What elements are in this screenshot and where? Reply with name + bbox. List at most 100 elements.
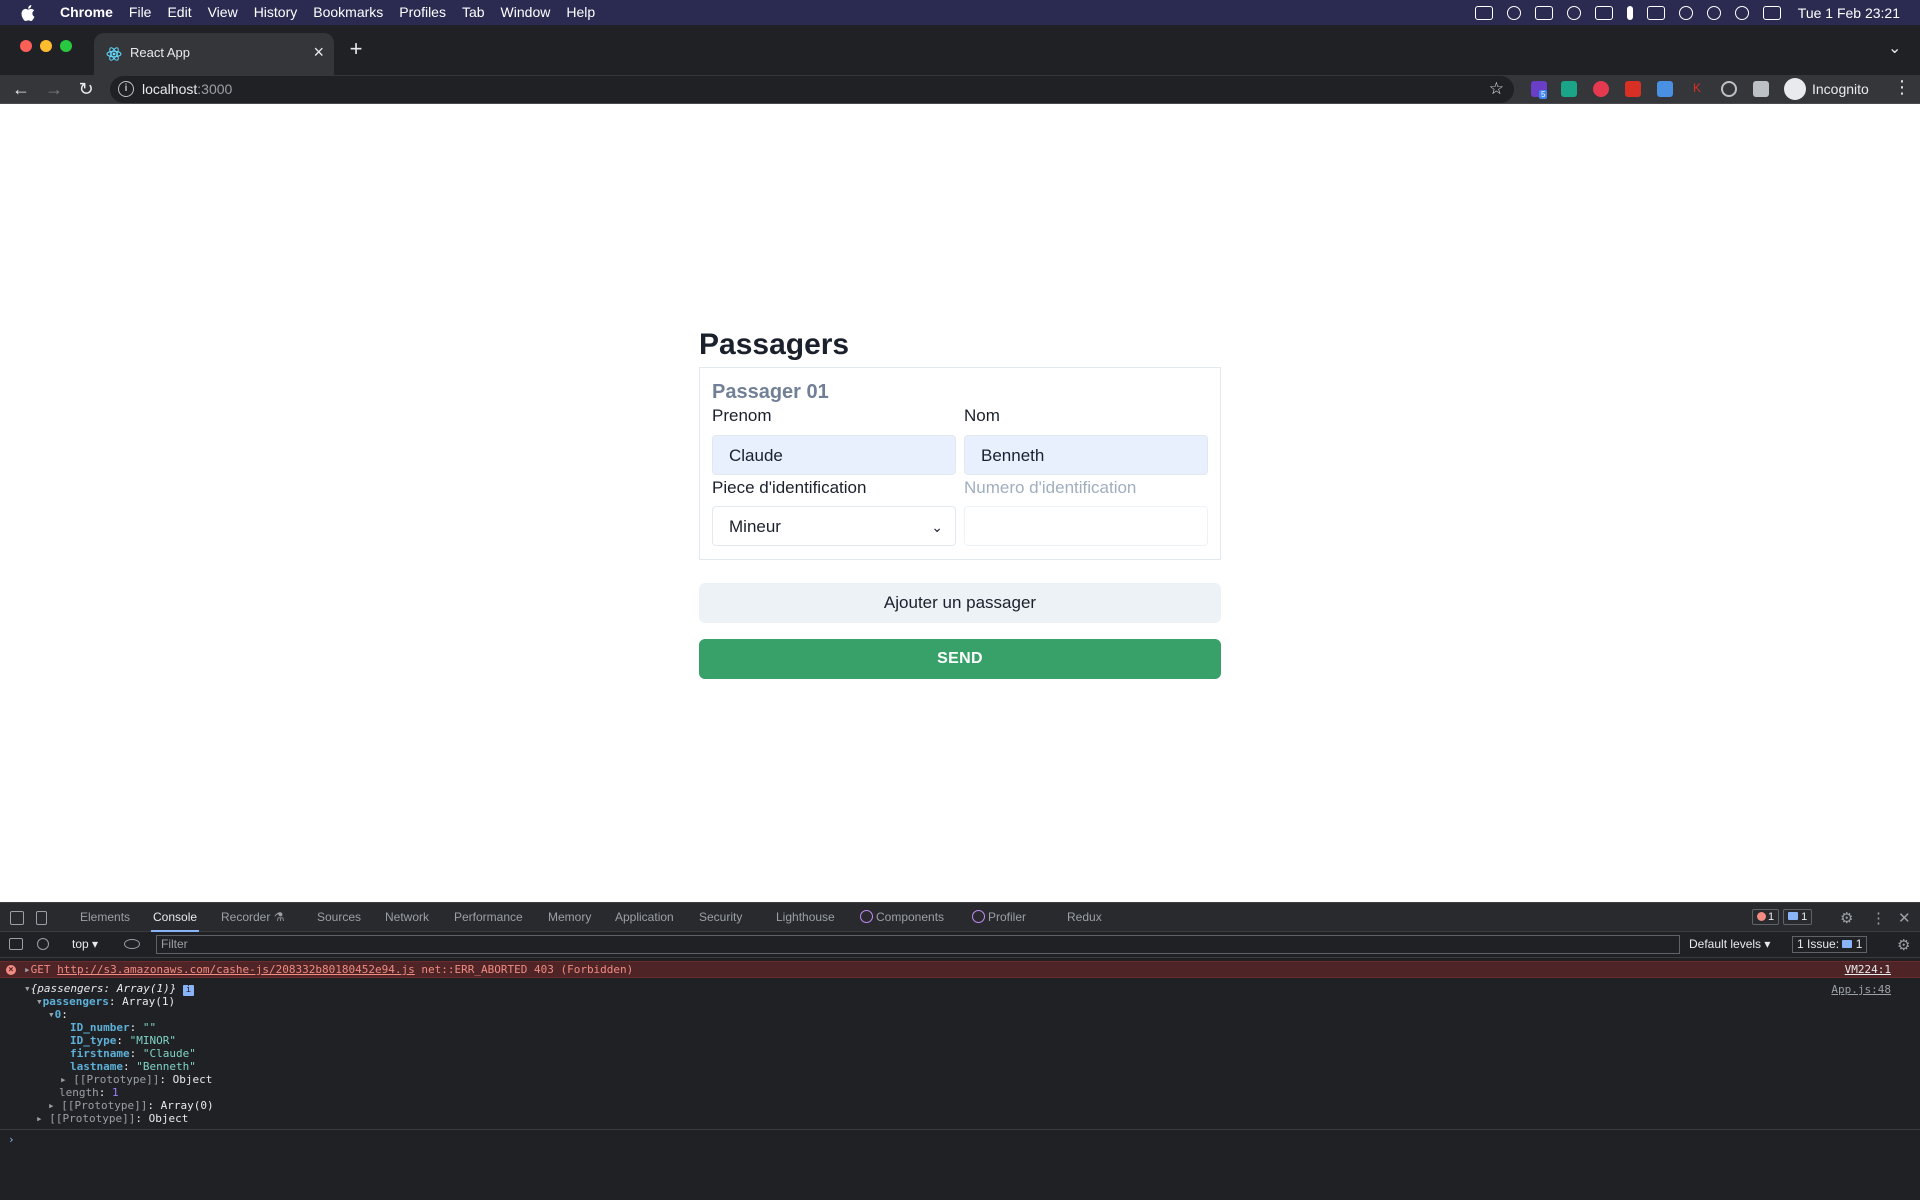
address-bar[interactable]: i localhost:3000 ☆ [110,76,1514,103]
extension-icon-2[interactable] [1561,81,1577,97]
log-source-link[interactable]: App.js:48 [1831,983,1891,996]
tab-recorder[interactable]: Recorder ⚗ [219,903,286,932]
extension-icon-4[interactable] [1625,81,1641,97]
extension-icon-5[interactable] [1657,81,1673,97]
console-filter-input[interactable]: Filter [156,935,1680,954]
lastname-input[interactable]: Benneth [964,435,1208,475]
log-prop-prototype-object[interactable]: ▸ [[Prototype]]: Object [60,1073,212,1087]
tab-console[interactable]: Console [151,903,200,932]
log-key: ID_number [70,1021,130,1034]
id-type-select[interactable]: Mineur ⌄ [712,506,956,546]
bluetooth-icon[interactable] [1626,5,1633,20]
tab-search-icon[interactable]: ⌄ [1888,38,1901,58]
settings-app-icon[interactable] [1506,5,1521,20]
log-prop-passengers[interactable]: ▾passengers: Array(1) [36,995,175,1009]
display-icon[interactable] [1534,5,1553,20]
browser-menu-icon[interactable]: ⋮ [1893,77,1911,98]
extension-badge: 5 [1539,90,1548,99]
reload-icon[interactable]: ↻ [74,75,98,104]
extensions-puzzle-icon[interactable] [1753,81,1769,97]
log-levels-select[interactable]: Default levels ▾ [1689,937,1770,951]
id-number-input[interactable] [964,506,1208,546]
tab-profiler[interactable]: Profiler [970,903,1028,932]
extension-icon-6[interactable]: K [1689,81,1705,97]
log-root-object[interactable]: ▾{passengers: Array(1)} i [24,982,194,996]
extension-icon-3[interactable] [1593,81,1609,97]
new-tab-button[interactable]: + [346,36,366,62]
extension-icon-7[interactable] [1721,81,1737,97]
menu-profiles[interactable]: Profiles [391,0,454,25]
battery-icon[interactable] [1646,5,1665,20]
site-info-icon[interactable]: i [118,81,134,97]
incognito-profile-button[interactable]: Incognito [1784,78,1869,100]
tab-network[interactable]: Network [383,903,431,932]
clear-console-icon[interactable] [37,938,49,950]
menu-help[interactable]: Help [558,0,603,25]
tab-lighthouse[interactable]: Lighthouse [774,903,837,932]
log-prop-index-0[interactable]: ▾0: [48,1008,68,1022]
inspect-element-icon[interactable] [10,911,24,925]
user-icon[interactable] [1706,5,1721,20]
passenger-heading: Passager 01 [712,381,829,403]
keyboard-icon[interactable] [1594,5,1613,20]
console-prompt[interactable]: › [8,1133,15,1146]
window-zoom-button[interactable] [60,40,72,52]
play-icon[interactable] [1566,5,1581,20]
error-source-link[interactable]: VM224:1 [1845,962,1891,977]
console-settings-icon[interactable]: ⚙ [1897,936,1910,954]
window-minimize-button[interactable] [40,40,52,52]
tab-components[interactable]: Components [858,903,946,932]
tab-elements[interactable]: Elements [78,903,132,932]
control-center-icon[interactable] [1762,5,1781,20]
extension-icon-1[interactable]: 5 [1531,81,1548,99]
screen-share-icon[interactable] [1474,5,1493,20]
message-count-badge[interactable]: 1 [1783,909,1813,925]
log-prop-prototype-root[interactable]: ▸ [[Prototype]]: Object [36,1112,188,1126]
sidebar-toggle-icon[interactable] [9,938,23,950]
tab-security[interactable]: Security [697,903,744,932]
lastname-label: Nom [964,406,1000,425]
send-button[interactable]: SEND [699,639,1221,679]
devtools-close-icon[interactable]: ✕ [1898,909,1911,927]
menu-file[interactable]: File [121,0,160,25]
firstname-input[interactable]: Claude [712,435,956,475]
issues-button[interactable]: 1 Issue: 1 [1792,936,1868,953]
tab-sources[interactable]: Sources [315,903,363,932]
back-icon[interactable]: ← [9,75,33,104]
menu-edit[interactable]: Edit [159,0,199,25]
address-url: localhost:3000 [142,81,232,97]
menu-window[interactable]: Window [493,0,559,25]
error-count-badge[interactable]: 1 [1752,909,1780,925]
menu-clock[interactable]: Tue 1 Feb 23:21 [1798,5,1900,21]
window-close-button[interactable] [20,40,32,52]
apple-icon[interactable] [18,0,38,25]
log-value: Object [172,1073,213,1086]
device-toolbar-icon[interactable] [36,911,47,925]
devtools-panel: Elements Console Recorder ⚗ Sources Netw… [0,902,1920,1200]
browser-toolbar: ← → ↻ i localhost:3000 ☆ 5 K Incognito ⋮ [0,75,1920,104]
devtools-more-icon[interactable]: ⋮ [1871,909,1886,927]
tab-performance[interactable]: Performance [452,903,525,932]
tab-application[interactable]: Application [613,903,676,932]
bookmark-star-icon[interactable]: ☆ [1489,79,1504,99]
log-prop-prototype-array[interactable]: ▸ [[Prototype]]: Array(0) [48,1099,214,1113]
forward-icon[interactable]: → [42,75,66,104]
expand-triangle-icon[interactable]: ▸ [24,963,31,976]
spotlight-search-icon[interactable] [1734,5,1749,20]
wifi-icon[interactable] [1678,5,1693,20]
tab-close-icon[interactable]: × [313,42,324,63]
add-passenger-button[interactable]: Ajouter un passager [699,583,1221,623]
browser-tab[interactable]: React App × [94,33,334,75]
tab-redux[interactable]: Redux [1065,903,1104,932]
console-error-row[interactable]: × ▸GET http://s3.amazonaws.com/cashe-js/… [0,961,1920,978]
devtools-settings-icon[interactable]: ⚙ [1840,909,1853,927]
error-url[interactable]: http://s3.amazonaws.com/cashe-js/208332b… [57,963,415,976]
context-select[interactable]: top ▾ [72,937,98,951]
menu-tab[interactable]: Tab [454,0,493,25]
menu-bookmarks[interactable]: Bookmarks [305,0,391,25]
live-expression-eye-icon[interactable] [124,939,140,949]
menu-app-name[interactable]: Chrome [52,0,121,25]
tab-memory[interactable]: Memory [546,903,593,932]
menu-view[interactable]: View [200,0,246,25]
menu-history[interactable]: History [246,0,306,25]
